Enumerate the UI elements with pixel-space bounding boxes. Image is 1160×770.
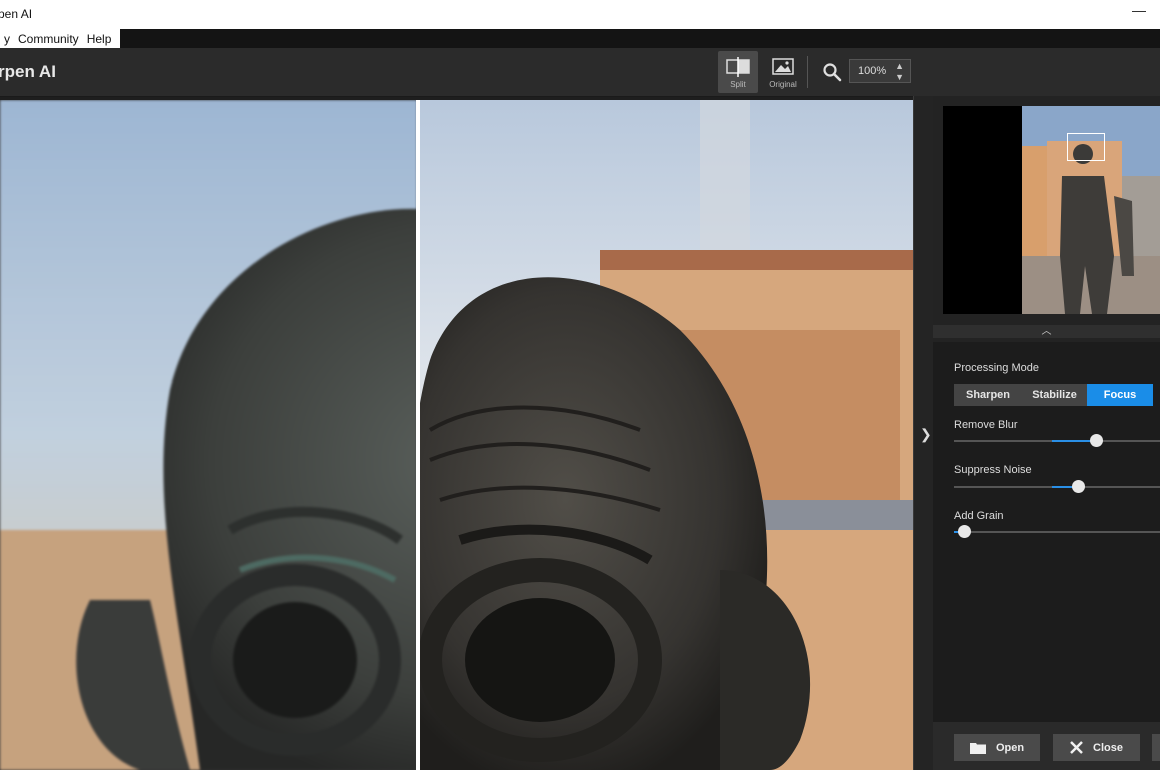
split-view-button[interactable]: Split bbox=[718, 51, 758, 93]
menu-item-view[interactable]: y bbox=[0, 32, 14, 46]
add-grain-knob[interactable] bbox=[958, 525, 972, 538]
close-icon bbox=[1070, 741, 1083, 754]
navigator-view-rect[interactable] bbox=[1067, 133, 1105, 161]
split-label: Split bbox=[730, 80, 746, 89]
open-button[interactable]: Open bbox=[954, 734, 1040, 761]
split-divider-handle[interactable] bbox=[416, 100, 420, 770]
close-label: Close bbox=[1093, 741, 1123, 754]
remove-blur-slider[interactable] bbox=[954, 434, 1160, 447]
folder-icon bbox=[969, 742, 986, 754]
zoom-value: 100% bbox=[858, 65, 887, 77]
suppress-noise-knob[interactable] bbox=[1071, 480, 1085, 493]
statue-photo-blurred bbox=[0, 100, 417, 770]
original-image-half bbox=[0, 100, 417, 770]
processing-mode-group: Sharpen Stabilize Focus bbox=[954, 384, 1153, 406]
add-grain-label: Add Grain bbox=[954, 510, 1004, 522]
suppress-noise-slider[interactable] bbox=[954, 480, 1160, 493]
app-title: rpen AI bbox=[0, 62, 56, 81]
menu-bar: y Community Help bbox=[0, 29, 1160, 48]
suppress-noise-label: Suppress Noise bbox=[954, 464, 1032, 476]
window-title: pen AI bbox=[0, 7, 33, 21]
menu-item-help[interactable]: Help bbox=[83, 32, 116, 46]
mode-focus-button[interactable]: Focus bbox=[1087, 384, 1153, 406]
close-button[interactable]: Close bbox=[1053, 734, 1140, 761]
processing-mode-label: Processing Mode bbox=[954, 362, 1039, 374]
original-label: Original bbox=[769, 80, 797, 89]
split-view-icon bbox=[726, 57, 750, 77]
toolbar-divider bbox=[807, 56, 808, 88]
mode-sharpen-button[interactable]: Sharpen bbox=[954, 384, 1022, 406]
original-view-button[interactable]: Original bbox=[763, 51, 803, 93]
panel-collapse-strip[interactable]: ❯ bbox=[913, 96, 934, 770]
remove-blur-label: Remove Blur bbox=[954, 419, 1018, 431]
stepper-arrows-icon[interactable]: ▲ ▼ bbox=[895, 60, 904, 83]
processed-image-half bbox=[417, 100, 913, 770]
mode-stabilize-button[interactable]: Stabilize bbox=[1022, 384, 1087, 406]
menu-item-community[interactable]: Community bbox=[14, 32, 83, 46]
settings-panel: ︿ Processing Mode Sharpen Stabilize Focu… bbox=[933, 96, 1160, 770]
chevron-right-icon[interactable]: ❯ bbox=[920, 426, 932, 443]
app-header: rpen AI Split Original 100% ▲ ▼ bbox=[0, 48, 1160, 97]
open-label: Open bbox=[995, 741, 1025, 754]
minimize-button[interactable]: — bbox=[1132, 2, 1146, 18]
chevron-up-icon[interactable]: ︿ bbox=[933, 325, 1160, 338]
add-grain-slider[interactable] bbox=[954, 525, 1160, 538]
zoom-level-stepper[interactable]: 100% ▲ ▼ bbox=[849, 59, 911, 83]
action-bar: Open Close bbox=[933, 722, 1160, 770]
window-titlebar: pen AI — bbox=[0, 0, 1160, 29]
save-button-partial[interactable] bbox=[1152, 734, 1160, 761]
statue-photo-sharpened bbox=[417, 100, 913, 770]
remove-blur-knob[interactable] bbox=[1090, 434, 1104, 447]
zoom-icon[interactable] bbox=[822, 62, 842, 82]
navigator-preview[interactable] bbox=[943, 106, 1160, 314]
image-viewport[interactable] bbox=[0, 100, 913, 770]
processing-controls: Processing Mode Sharpen Stabilize Focus … bbox=[933, 342, 1160, 722]
image-icon bbox=[772, 58, 794, 75]
